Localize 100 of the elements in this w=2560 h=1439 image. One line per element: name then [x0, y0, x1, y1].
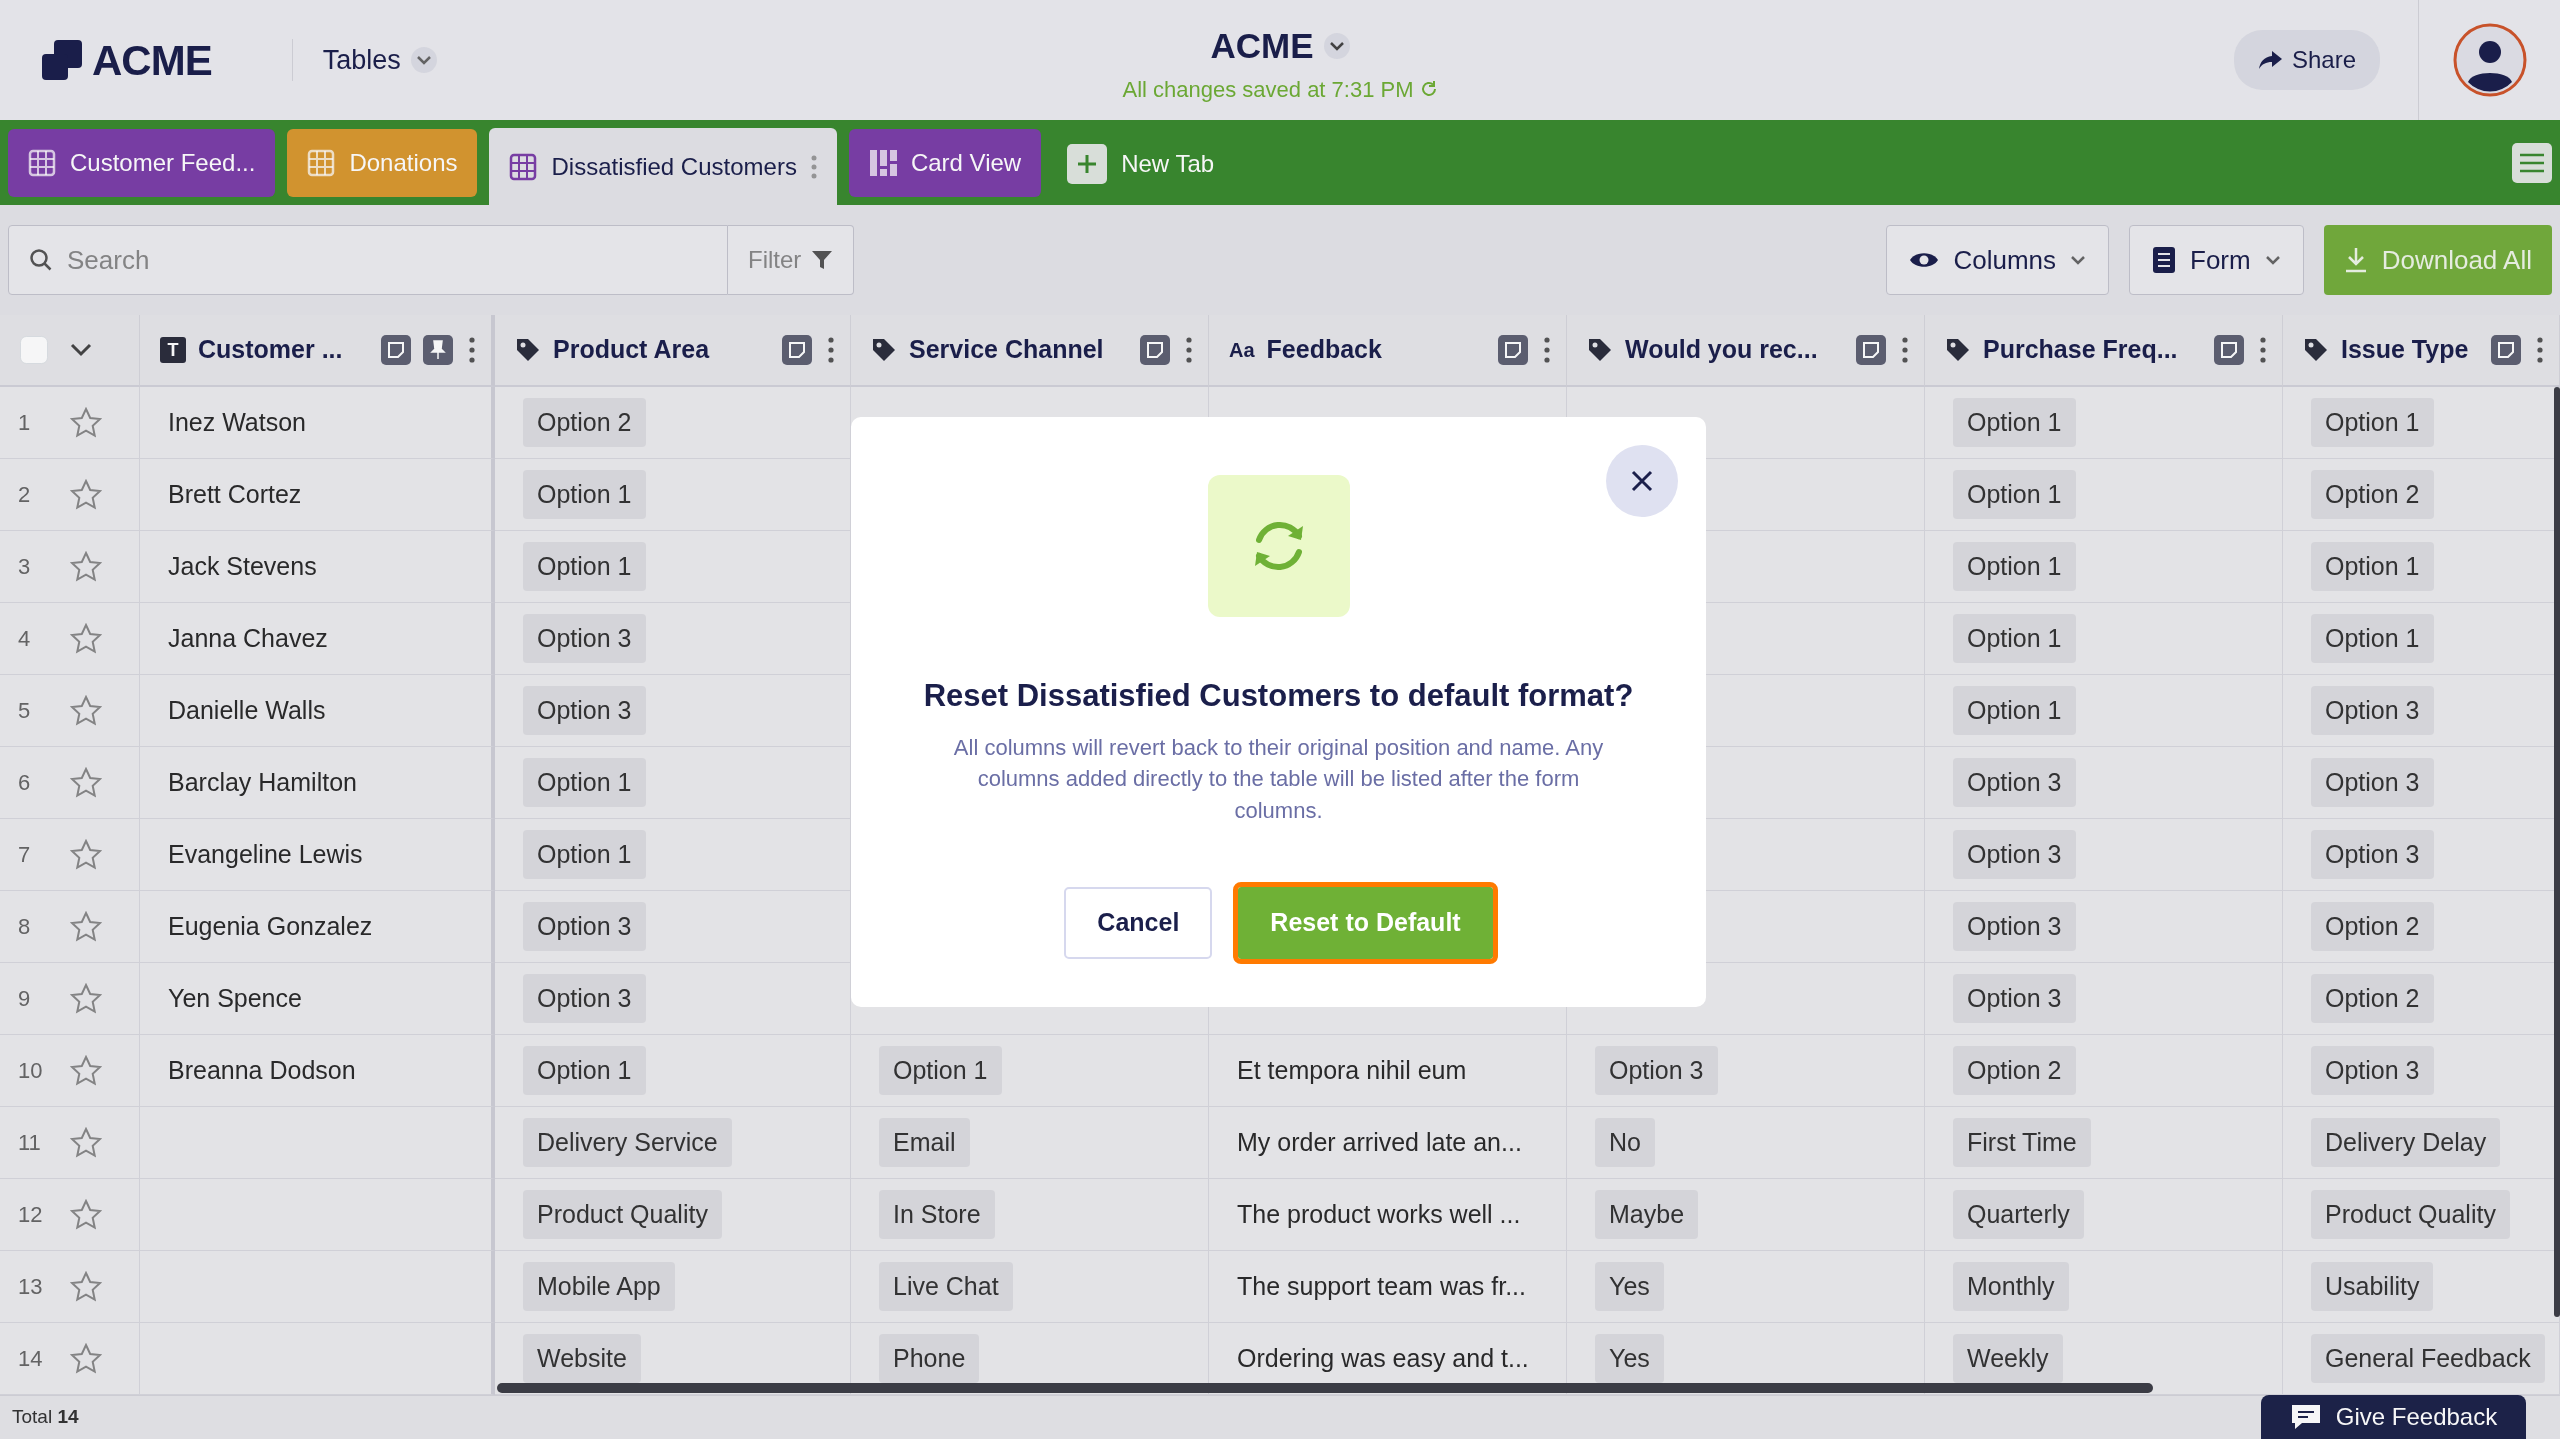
option-tag: Delivery Delay — [2311, 1117, 2501, 1168]
row-number: 3 — [18, 553, 32, 581]
star-icon[interactable] — [70, 478, 102, 511]
option-tag: Option 2 — [523, 397, 646, 448]
note-button[interactable] — [1856, 335, 1886, 365]
caret-icon — [415, 55, 432, 65]
note-button[interactable] — [1140, 335, 1170, 365]
row-number: 13 — [18, 1273, 44, 1301]
new-tab-button[interactable]: New Tab — [1061, 143, 1221, 185]
star-icon[interactable] — [70, 1270, 102, 1303]
option-tag: In Store — [879, 1189, 995, 1240]
scrollbar[interactable] — [497, 1383, 2153, 1393]
option-tag: Option 1 — [1953, 541, 2076, 592]
star-icon[interactable] — [70, 1342, 102, 1375]
star-icon[interactable] — [70, 766, 102, 799]
option-tag: Option 3 — [2311, 829, 2434, 880]
tab[interactable]: Card View — [848, 129, 1042, 197]
column-header: Purchase Freq... — [1983, 334, 2179, 366]
board-icon — [868, 149, 897, 177]
row-number: 11 — [18, 1129, 42, 1157]
avatar-icon[interactable] — [2451, 22, 2528, 98]
table-icon — [28, 149, 56, 177]
search-field[interactable]: Search — [67, 240, 667, 280]
star-icon[interactable] — [70, 910, 102, 943]
option-tag: Product Quality — [523, 1189, 722, 1240]
logo-text: ACME — [92, 35, 212, 86]
tables-menu[interactable]: Tables — [291, 38, 443, 82]
tab[interactable]: Customer Feed... — [8, 129, 276, 197]
close-icon — [1631, 470, 1653, 492]
column-header: Service Channel — [909, 334, 1105, 366]
option-tag: Option 3 — [1595, 1045, 1718, 1096]
kebab-icon — [1902, 337, 1908, 363]
option-tag: First Time — [1953, 1117, 2091, 1168]
table-cell-text: Et tempora nihil eum — [1237, 1054, 1467, 1086]
table-cell-text: Ordering was easy and t... — [1237, 1342, 1529, 1374]
download-icon — [2343, 247, 2368, 273]
note-icon — [2220, 341, 2238, 359]
table-cell-text: My order arrived late an... — [1237, 1126, 1522, 1158]
option-tag: Option 1 — [523, 469, 646, 520]
form-button[interactable]: Form — [2129, 225, 2304, 295]
star-icon[interactable] — [70, 1054, 102, 1087]
option-tag: Option 1 — [2311, 397, 2434, 448]
filter-icon — [811, 249, 834, 271]
caret-icon[interactable] — [70, 343, 92, 357]
option-tag: Option 1 — [523, 757, 646, 808]
give-feedback-button[interactable]: Give Feedback — [2261, 1395, 2526, 1439]
search-bar[interactable]: Search — [8, 225, 728, 295]
menu-icon — [2519, 153, 2545, 173]
scrollbar[interactable] — [2554, 387, 2560, 1317]
table-cell-text: Yen Spence — [168, 982, 302, 1014]
share-button[interactable]: Share — [2233, 30, 2380, 90]
refresh-icon — [1419, 80, 1438, 98]
note-button[interactable] — [1498, 335, 1528, 365]
star-icon[interactable] — [70, 622, 102, 655]
chat-icon — [2289, 1403, 2322, 1431]
option-tag: Delivery Service — [523, 1117, 732, 1168]
note-button[interactable] — [2214, 335, 2244, 365]
option-tag: Quarterly — [1953, 1189, 2084, 1240]
star-icon[interactable] — [70, 1198, 102, 1231]
save-status: All changes saved at 7:31 PM — [1122, 75, 1414, 104]
note-button[interactable] — [782, 335, 812, 365]
pin-button[interactable] — [423, 335, 453, 365]
option-tag: Option 3 — [1953, 901, 2076, 952]
note-button[interactable] — [2491, 335, 2521, 365]
search-icon — [29, 248, 53, 272]
option-tag: Option 3 — [1953, 829, 2076, 880]
cancel-button[interactable]: Cancel — [1064, 887, 1213, 960]
note-button[interactable] — [381, 335, 411, 365]
star-icon[interactable] — [70, 982, 102, 1015]
column-header: Customer ... — [198, 334, 344, 366]
row-number: 8 — [18, 913, 32, 941]
option-tag: Mobile App — [523, 1261, 675, 1312]
kebab-icon — [828, 337, 834, 363]
option-tag: Option 1 — [523, 541, 646, 592]
kebab-icon — [1186, 337, 1192, 363]
note-icon — [1146, 341, 1164, 359]
star-icon[interactable] — [70, 838, 102, 871]
checkbox[interactable] — [20, 336, 48, 364]
option-tag: Option 1 — [2311, 613, 2434, 664]
columns-button[interactable]: Columns — [1886, 225, 2109, 295]
option-tag: Yes — [1595, 1261, 1664, 1312]
tab[interactable]: Dissatisfied Customers — [489, 128, 837, 205]
row-number: 6 — [18, 769, 32, 797]
row-number: 1 — [18, 409, 32, 437]
star-icon[interactable] — [70, 550, 102, 583]
note-icon — [2497, 341, 2515, 359]
star-icon[interactable] — [70, 1126, 102, 1159]
option-tag: Yes — [1595, 1333, 1664, 1384]
tag-icon — [1587, 337, 1613, 363]
option-tag: Option 3 — [2311, 757, 2434, 808]
table-cell-text: The support team was fr... — [1237, 1270, 1526, 1302]
table-cell-text: Jack Stevens — [168, 550, 317, 582]
option-tag: Option 1 — [523, 1045, 646, 1096]
star-icon[interactable] — [70, 694, 102, 727]
dialog-title: Reset Dissatisfied Customers to default format? — [923, 677, 1634, 715]
option-tag: Option 3 — [2311, 1045, 2434, 1096]
star-icon[interactable] — [70, 406, 102, 439]
menu-button[interactable] — [2512, 143, 2552, 183]
option-tag: Live Chat — [879, 1261, 1013, 1312]
tag-icon — [2303, 337, 2329, 363]
